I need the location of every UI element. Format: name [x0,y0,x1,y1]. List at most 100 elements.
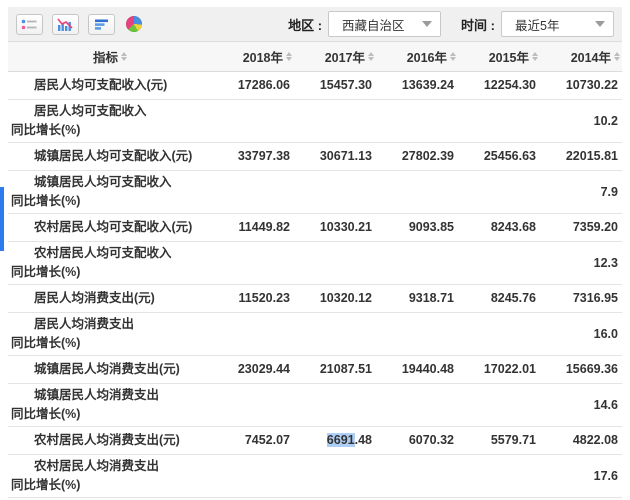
selected-text: 6691 [327,433,355,447]
table-row: 居民人均消费支出同比增长(%)16.0 [8,312,622,355]
value-cell: 8245.76 [458,284,540,312]
filters: 地区 : 西藏自治区 时间 : 最近5年 [288,11,614,37]
value-cell [212,99,294,142]
table-row: 农村居民人均消费支出同比增长(%)17.6 [8,454,622,497]
value-cell [294,383,376,426]
value-cell [294,241,376,284]
caret-down-icon [595,21,605,27]
column-header-year-2[interactable]: 2016年 [376,42,458,71]
value-cell [458,383,540,426]
stats-panel: 地区 : 西藏自治区 时间 : 最近5年 指标2018年2017年2016年20… [8,7,622,498]
view-switcher [16,14,144,35]
value-cell: 14.6 [540,383,622,426]
value-cell: 5579.71 [458,426,540,454]
column-header-year-3[interactable]: 2015年 [458,42,540,71]
table-row: 城镇居民人均可支配收入(元)33797.3830671.1327802.3925… [8,142,622,170]
value-cell: 7316.95 [540,284,622,312]
selection-strip [0,187,4,251]
region-label: 地区 : [288,15,322,34]
list-view-button[interactable] [16,14,43,35]
table-row: 农村居民人均可支配收入(元)11449.8210330.219093.85824… [8,213,622,241]
value-cell: 17286.06 [212,71,294,99]
value-cell: 17022.01 [458,355,540,383]
sort-icon [532,52,538,62]
value-cell [376,170,458,213]
indicator-cell: 农村居民人均消费支出(元) [8,426,212,454]
table-row: 农村居民人均可支配收入同比增长(%)12.3 [8,241,622,284]
value-cell: 30671.13 [294,142,376,170]
indicator-table: 指标2018年2017年2016年2015年2014年 居民人均可支配收入(元)… [8,42,622,498]
value-cell [294,170,376,213]
table-row: 城镇居民人均可支配收入同比增长(%)7.9 [8,170,622,213]
value-cell: 12254.30 [458,71,540,99]
indicator-cell: 农村居民人均可支配收入同比增长(%) [8,241,212,284]
value-cell: 9093.85 [376,213,458,241]
column-header-indicator[interactable]: 指标 [8,42,212,71]
horizontal-bar-chart-button[interactable] [88,14,115,35]
value-cell [376,312,458,355]
value-cell [212,312,294,355]
value-cell: 27802.39 [376,142,458,170]
value-cell: 7359.20 [540,213,622,241]
sort-icon [121,52,127,62]
value-cell [376,99,458,142]
combo-chart-button[interactable] [52,14,79,35]
value-cell: 23029.44 [212,355,294,383]
value-cell: 11449.82 [212,213,294,241]
value-cell: 10730.22 [540,71,622,99]
value-cell: 9318.71 [376,284,458,312]
value-cell [212,241,294,284]
value-cell [458,312,540,355]
indicator-cell: 居民人均可支配收入同比增长(%) [8,99,212,142]
table-row: 居民人均可支配收入同比增长(%) 10.2 [8,99,622,142]
pie-chart-icon [126,16,142,32]
region-select[interactable]: 西藏自治区 [328,11,441,37]
column-header-year-4[interactable]: 2014年 [540,42,622,71]
value-cell: 10320.12 [294,284,376,312]
time-select-value: 最近5年 [515,15,595,34]
value-cell: 6691.48 [294,426,376,454]
value-cell: 11520.23 [212,284,294,312]
value-cell: 19440.48 [376,355,458,383]
table-row: 农村居民人均消费支出(元)7452.076691.486070.325579.7… [8,426,622,454]
table-row: 居民人均可支配收入(元)17286.0615457.3013639.241225… [8,71,622,99]
value-cell [376,383,458,426]
sort-icon [450,52,456,62]
value-cell [458,454,540,497]
value-cell [294,454,376,497]
value-cell: 15457.30 [294,71,376,99]
view-toolbar: 地区 : 西藏自治区 时间 : 最近5年 [8,7,622,42]
value-cell [212,383,294,426]
value-cell [212,454,294,497]
value-cell: 10.2 [540,99,622,142]
value-cell [212,170,294,213]
horizontal-bar-chart-icon [94,18,110,31]
value-cell [294,312,376,355]
indicator-cell: 城镇居民人均消费支出同比增长(%) [8,383,212,426]
value-cell: 6070.32 [376,426,458,454]
combo-chart-icon [57,18,74,31]
indicator-cell: 农村居民人均可支配收入(元) [8,213,212,241]
value-cell: 16.0 [540,312,622,355]
value-cell [458,170,540,213]
value-cell [294,99,376,142]
table-row: 居民人均消费支出(元)11520.2310320.129318.718245.7… [8,284,622,312]
indicator-cell: 农村居民人均消费支出同比增长(%) [8,454,212,497]
time-select[interactable]: 最近5年 [501,11,614,37]
sort-icon [614,52,620,62]
table-row: 城镇居民人均消费支出同比增长(%) 14.6 [8,383,622,426]
list-view-icon [21,18,38,31]
value-cell: 7452.07 [212,426,294,454]
column-header-year-1[interactable]: 2017年 [294,42,376,71]
value-cell: 4822.08 [540,426,622,454]
pie-chart-button[interactable] [124,14,144,34]
value-cell: 21087.51 [294,355,376,383]
indicator-cell: 城镇居民人均可支配收入(元) [8,142,212,170]
value-cell: 10330.21 [294,213,376,241]
value-cell: 33797.38 [212,142,294,170]
table-header-row: 指标2018年2017年2016年2015年2014年 [8,42,622,71]
value-cell: 8243.68 [458,213,540,241]
indicator-cell: 居民人均可支配收入(元) [8,71,212,99]
sort-icon [286,52,292,62]
column-header-year-0[interactable]: 2018年 [212,42,294,71]
